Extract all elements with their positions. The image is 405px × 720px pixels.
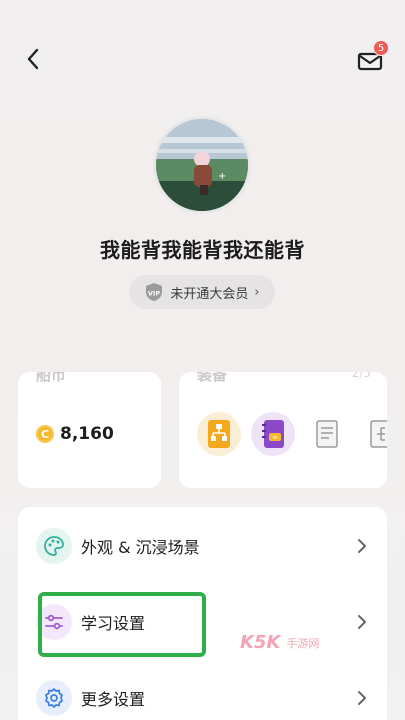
- watermark-sub: 手游网: [286, 636, 320, 650]
- avatar[interactable]: +: [153, 116, 251, 214]
- svg-text:∞: ∞: [272, 434, 278, 442]
- svg-text:VIP: VIP: [148, 290, 160, 298]
- chevron-left-icon: [27, 48, 39, 70]
- coin-icon: C: [36, 425, 54, 443]
- watermark-brand: K5K: [240, 632, 281, 653]
- document-icon[interactable]: [305, 412, 349, 456]
- mail-button[interactable]: 5: [353, 40, 389, 78]
- mail-badge: 5: [373, 40, 389, 56]
- chevron-right-icon: [358, 691, 366, 705]
- equipment-count: 2/5: [351, 372, 371, 380]
- coin-card[interactable]: 船币 C 8,160: [18, 372, 161, 488]
- highlight-annotation: [38, 592, 206, 657]
- chevron-right-icon: [358, 539, 366, 553]
- watermark: K5K 手游网: [240, 632, 319, 653]
- nickname: 我能背我能背我还能背: [100, 238, 305, 262]
- mindmap-icon[interactable]: [359, 412, 387, 456]
- svg-text:+: +: [218, 171, 226, 182]
- vip-text: 未开通大会员: [170, 286, 249, 302]
- equipment-card[interactable]: 装备 2/5 ∞: [179, 372, 387, 488]
- equipment-card-title: 装备: [197, 372, 228, 384]
- org-chart-icon[interactable]: [197, 412, 241, 456]
- coin-value: 8,160: [60, 424, 114, 444]
- palette-icon: [36, 528, 72, 564]
- gear-icon: [36, 680, 72, 716]
- notebook-icon[interactable]: ∞: [251, 412, 295, 456]
- chevron-right-icon: [358, 615, 366, 629]
- vip-membership-button[interactable]: VIP 未开通大会员 ›: [129, 275, 275, 309]
- avatar-image: +: [156, 119, 248, 211]
- coin-card-title: 船币: [36, 372, 67, 384]
- chevron-right-icon: ›: [254, 284, 260, 300]
- vip-shield-icon: VIP: [146, 283, 163, 301]
- menu-item-appearance[interactable]: 外观 & 沉浸场景: [18, 518, 387, 574]
- back-button[interactable]: [18, 44, 48, 74]
- menu-item-more-settings[interactable]: 更多设置: [18, 670, 387, 720]
- menu-label-appearance: 外观 & 沉浸场景: [81, 538, 200, 557]
- top-bar: 5: [0, 0, 405, 120]
- menu-label-more-settings: 更多设置: [81, 690, 146, 709]
